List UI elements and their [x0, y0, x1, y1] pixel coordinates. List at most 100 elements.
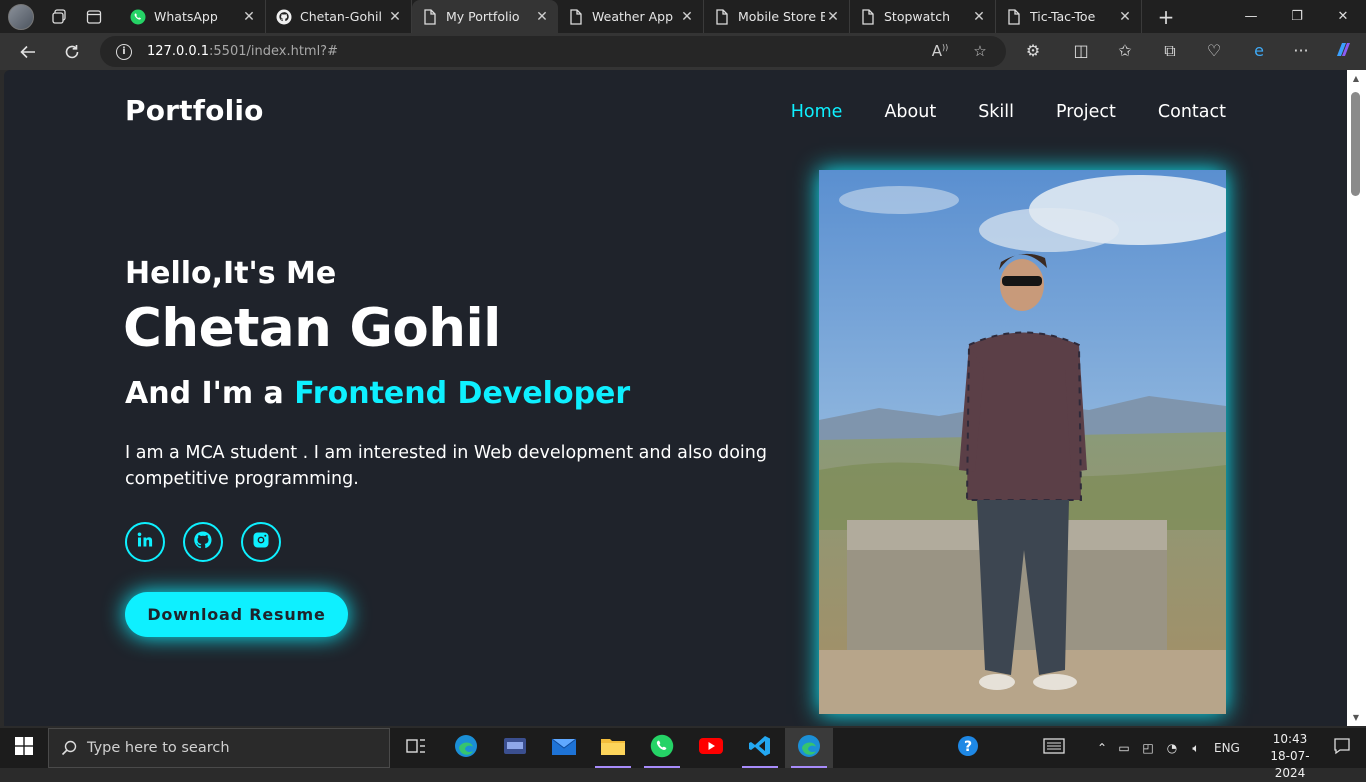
language-indicator[interactable]: ENG — [1214, 741, 1240, 755]
url-bar[interactable]: i 127.0.0.1:5501/index.html?# A)) ☆ — [100, 36, 1006, 67]
taskbar-edge[interactable] — [442, 728, 490, 768]
task-view-icon — [406, 738, 426, 758]
greeting-heading: Hello,It's Me — [125, 256, 337, 291]
site-nav: Home About Skill Project Contact — [791, 102, 1226, 122]
close-window-button[interactable]: ✕ — [1320, 0, 1366, 33]
tab-stopwatch[interactable]: Stopwatch ✕ — [850, 0, 996, 33]
taskbar-youtube[interactable] — [687, 728, 735, 768]
help-icon: ? — [957, 735, 979, 761]
page-icon — [860, 8, 876, 25]
role-heading: And I'm a Frontend Developer — [125, 376, 630, 411]
taskbar-game-app[interactable] — [491, 728, 539, 768]
nav-about[interactable]: About — [884, 102, 936, 122]
scroll-down-icon[interactable]: ▼ — [1351, 713, 1361, 722]
github-link[interactable] — [183, 522, 223, 562]
back-arrow-icon[interactable] — [10, 37, 46, 67]
new-tab-button[interactable]: + — [1154, 5, 1178, 29]
taskbar-file-explorer[interactable] — [589, 728, 637, 768]
site-logo[interactable]: Portfolio — [125, 94, 264, 127]
meet-now-icon[interactable]: ◰ — [1136, 741, 1160, 755]
tab-title: Chetan-Gohil (C — [300, 9, 387, 24]
browser-essentials-icon[interactable]: ♡ — [1203, 40, 1225, 62]
favorite-star-icon[interactable]: ☆ — [970, 42, 990, 62]
tab-title: My Portfolio — [446, 9, 520, 24]
notification-icon — [1333, 737, 1351, 759]
profile-photo — [819, 170, 1226, 714]
edge-sidebar-icon[interactable]: e — [1248, 40, 1270, 62]
page-icon — [568, 8, 584, 25]
profile-avatar[interactable] — [8, 3, 34, 30]
start-button[interactable] — [0, 728, 48, 768]
volume-icon[interactable]: 🔈︎ — [1184, 741, 1208, 756]
read-aloud-icon[interactable]: A)) — [930, 42, 950, 62]
close-tab-icon[interactable]: ✕ — [679, 9, 695, 25]
split-screen-icon[interactable]: ◫ — [1070, 40, 1092, 62]
copilot-icon[interactable] — [1332, 40, 1354, 62]
tab-title: Stopwatch — [884, 9, 950, 24]
taskbar-search-box[interactable]: Type here to search — [48, 728, 390, 768]
collections-icon[interactable]: ⧉ — [1159, 40, 1181, 62]
restore-button[interactable]: ❐ — [1274, 0, 1320, 33]
nav-project[interactable]: Project — [1056, 102, 1116, 122]
wifi-icon[interactable]: ◔ — [1160, 741, 1184, 755]
scroll-up-icon[interactable]: ▲ — [1351, 74, 1361, 83]
nav-home[interactable]: Home — [791, 102, 843, 122]
clock-date: 18-07-2024 — [1270, 749, 1310, 780]
site-info-icon[interactable]: i — [116, 43, 132, 60]
page-icon — [1006, 8, 1022, 25]
help-button[interactable]: ? — [944, 728, 992, 768]
nav-skill[interactable]: Skill — [978, 102, 1014, 122]
minimize-button[interactable]: — — [1228, 0, 1274, 33]
game-app-icon — [503, 736, 527, 760]
windows-logo-icon — [15, 737, 33, 759]
download-resume-button[interactable]: Download Resume — [125, 592, 348, 637]
scroll-thumb[interactable] — [1351, 92, 1360, 196]
close-tab-icon[interactable]: ✕ — [1117, 9, 1133, 25]
tab-my-portfolio[interactable]: My Portfolio ✕ — [412, 0, 558, 33]
taskbar-edge-active[interactable] — [785, 728, 833, 768]
taskbar-mail[interactable] — [540, 728, 588, 768]
close-tab-icon[interactable]: ✕ — [971, 9, 987, 25]
social-links — [125, 522, 281, 562]
close-tab-icon[interactable]: ✕ — [387, 9, 403, 25]
tab-title: Tic-Tac-Toe — [1030, 9, 1096, 24]
nav-contact[interactable]: Contact — [1158, 102, 1226, 122]
taskbar-clock[interactable]: 10:43 18-07-2024 — [1262, 731, 1318, 782]
instagram-link[interactable] — [241, 522, 281, 562]
refresh-icon[interactable] — [54, 37, 90, 67]
task-view-button[interactable] — [392, 728, 440, 768]
close-tab-icon[interactable]: ✕ — [825, 9, 841, 25]
address-toolbar: i 127.0.0.1:5501/index.html?# A)) ☆ ⚙ ◫ … — [0, 33, 1366, 70]
favorites-icon[interactable]: ✩ — [1114, 40, 1136, 62]
chevron-up-icon[interactable]: ⌃ — [1092, 741, 1112, 755]
page-viewport: Portfolio Home About Skill Project Conta… — [4, 70, 1347, 726]
workspaces-icon[interactable] — [52, 8, 68, 25]
notifications-button[interactable] — [1318, 728, 1366, 768]
whatsapp-icon — [130, 9, 146, 25]
tab-mobile-store[interactable]: Mobile Store E ✕ — [704, 0, 850, 33]
close-tab-icon[interactable]: ✕ — [241, 9, 257, 25]
tab-whatsapp[interactable]: WhatsApp ✕ — [120, 0, 266, 33]
linkedin-icon — [136, 531, 154, 553]
tab-weather-app[interactable]: Weather App ✕ — [558, 0, 704, 33]
extensions-icon[interactable]: ⚙ — [1022, 40, 1044, 62]
instagram-icon — [252, 531, 270, 553]
svg-text:?: ? — [964, 739, 972, 755]
close-tab-icon[interactable]: ✕ — [534, 9, 550, 25]
tab-actions-icon[interactable] — [86, 9, 102, 25]
more-options-icon[interactable]: ··· — [1290, 40, 1312, 62]
tab-title: WhatsApp — [154, 9, 218, 24]
news-widget-button[interactable] — [1030, 728, 1078, 768]
search-icon — [61, 740, 77, 756]
tab-github[interactable]: Chetan-Gohil (C ✕ — [266, 0, 412, 33]
url-text: 127.0.0.1:5501/index.html?# — [147, 44, 338, 59]
tab-title: Weather App — [592, 9, 674, 24]
linkedin-link[interactable] — [125, 522, 165, 562]
bio-text: I am a MCA student . I am interested in … — [125, 443, 767, 489]
tab-title: Mobile Store E — [738, 9, 825, 24]
taskbar-whatsapp[interactable] — [638, 728, 686, 768]
taskbar-vscode[interactable] — [736, 728, 784, 768]
battery-icon[interactable]: ▭ — [1112, 741, 1136, 755]
page-scrollbar[interactable]: ▲ ▼ — [1347, 70, 1366, 726]
tab-tic-tac-toe[interactable]: Tic-Tac-Toe ✕ — [996, 0, 1142, 33]
